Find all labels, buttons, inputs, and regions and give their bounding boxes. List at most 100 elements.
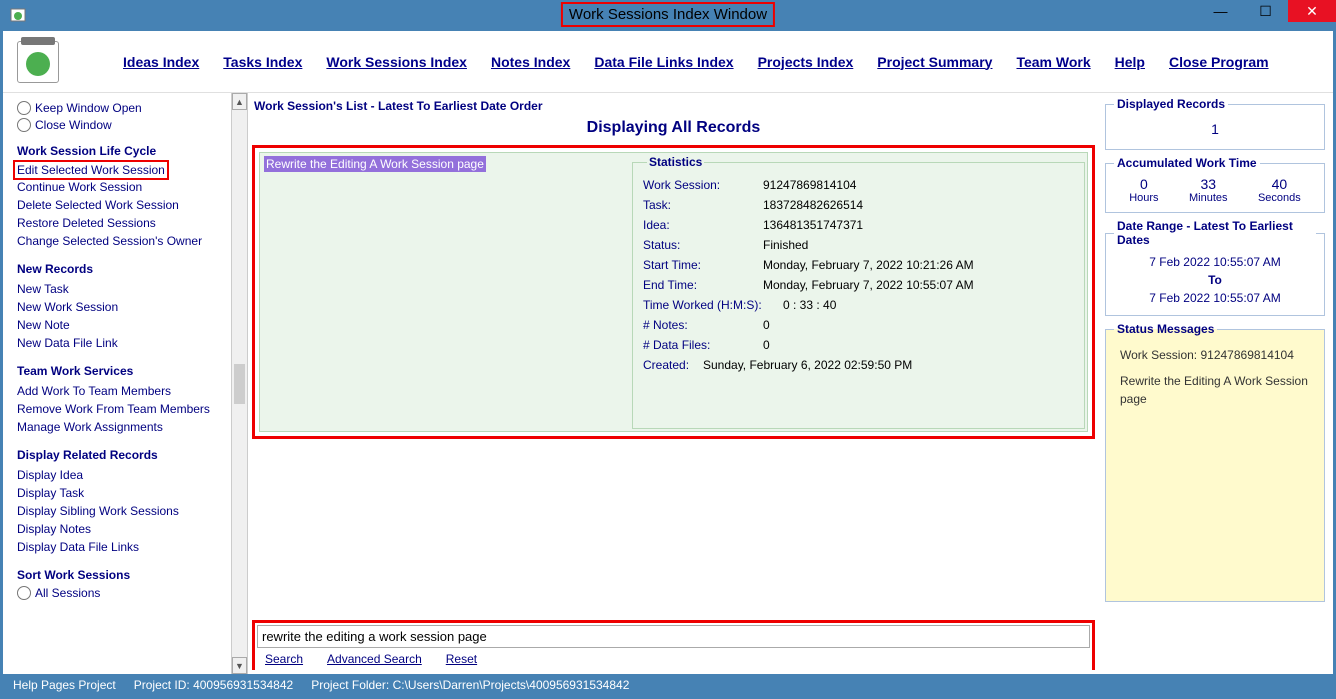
stat-idea-val: 136481351747371	[763, 218, 863, 232]
list-header: Work Session's List - Latest To Earliest…	[252, 97, 1095, 115]
link-remove-work-team[interactable]: Remove Work From Team Members	[17, 400, 225, 418]
link-new-task[interactable]: New Task	[17, 280, 225, 298]
link-edit-selected-session[interactable]: Edit Selected Work Session	[13, 160, 169, 180]
sidebar-group-new: New Records	[17, 262, 225, 276]
link-add-work-team[interactable]: Add Work To Team Members	[17, 382, 225, 400]
scroll-down-icon[interactable]: ▼	[232, 657, 247, 674]
displayed-records-value: 1	[1114, 117, 1316, 141]
menu-team-work[interactable]: Team Work	[1016, 54, 1090, 70]
right-panel: Displayed Records 1 Accumulated Work Tim…	[1101, 93, 1333, 674]
toolbar: Ideas Index Tasks Index Work Sessions In…	[3, 31, 1333, 93]
status-line-2: Rewrite the Editing A Work Session page	[1120, 372, 1310, 408]
stat-end-label: End Time:	[643, 278, 763, 292]
session-row[interactable]: Rewrite the Editing A Work Session page …	[259, 152, 1088, 432]
link-delete-selected-session[interactable]: Delete Selected Work Session	[17, 196, 225, 214]
stat-start-val: Monday, February 7, 2022 10:21:26 AM	[763, 258, 974, 272]
link-new-work-session[interactable]: New Work Session	[17, 298, 225, 316]
menu-help[interactable]: Help	[1115, 54, 1145, 70]
sidebar-scrollbar[interactable]: ▲ ▼	[231, 93, 248, 674]
link-manage-assignments[interactable]: Manage Work Assignments	[17, 418, 225, 436]
scroll-thumb[interactable]	[234, 364, 245, 404]
seconds-value: 40	[1258, 176, 1301, 192]
sidebar-group-team: Team Work Services	[17, 364, 225, 378]
statusbar: Help Pages Project Project ID: 400956931…	[3, 674, 1333, 696]
app-icon	[6, 2, 30, 26]
titlebar: Work Sessions Index Window — ☐ ✕	[0, 0, 1336, 28]
stat-notes-label: # Notes:	[643, 318, 763, 332]
radio-close-window[interactable]	[17, 118, 31, 132]
menu-project-summary[interactable]: Project Summary	[877, 54, 992, 70]
menu-projects-index[interactable]: Projects Index	[758, 54, 854, 70]
stat-end-val: Monday, February 7, 2022 10:55:07 AM	[763, 278, 974, 292]
sidebar-group-sort: Sort Work Sessions	[17, 568, 225, 582]
stat-ws-val: 91247869814104	[763, 178, 856, 192]
statistics-legend: Statistics	[647, 155, 704, 169]
stat-status-label: Status:	[643, 238, 763, 252]
statistics-panel: Statistics Work Session:91247869814104 T…	[632, 155, 1085, 429]
seconds-label: Seconds	[1258, 192, 1301, 204]
date-range-start: 7 Feb 2022 10:55:07 AM	[1114, 253, 1316, 271]
search-button[interactable]: Search	[265, 652, 303, 666]
sidebar: Keep Window Open Close Window Work Sessi…	[3, 93, 231, 674]
menu-ideas-index[interactable]: Ideas Index	[123, 54, 199, 70]
displayed-records-panel: Displayed Records 1	[1105, 97, 1325, 150]
stat-worked-val: 0 : 33 : 40	[783, 298, 836, 312]
stat-created-val: Sunday, February 6, 2022 02:59:50 PM	[703, 358, 912, 372]
menu-notes-index[interactable]: Notes Index	[491, 54, 570, 70]
stat-task-val: 183728482626514	[763, 198, 863, 212]
session-title-cell: Rewrite the Editing A Work Session page	[260, 153, 630, 431]
menu-tasks-index[interactable]: Tasks Index	[223, 54, 302, 70]
label-close-window[interactable]: Close Window	[35, 118, 112, 132]
stat-task-label: Task:	[643, 198, 763, 212]
radio-keep-open[interactable]	[17, 101, 31, 115]
stat-status-val: Finished	[763, 238, 808, 252]
stat-notes-val: 0	[763, 318, 770, 332]
link-change-owner[interactable]: Change Selected Session's Owner	[17, 232, 225, 250]
hours-label: Hours	[1129, 192, 1158, 204]
link-new-data-file-link[interactable]: New Data File Link	[17, 334, 225, 352]
close-button[interactable]: ✕	[1288, 0, 1336, 22]
date-range-legend: Date Range - Latest To Earliest Dates	[1114, 219, 1316, 247]
minimize-button[interactable]: —	[1198, 0, 1243, 22]
status-messages-panel: Status Messages Work Session: 9124786981…	[1105, 322, 1325, 602]
menu-data-file-links-index[interactable]: Data File Links Index	[594, 54, 733, 70]
link-display-datalinks[interactable]: Display Data File Links	[17, 538, 225, 556]
radio-all-sessions[interactable]	[17, 586, 31, 600]
label-all-sessions[interactable]: All Sessions	[35, 586, 100, 600]
sidebar-group-related: Display Related Records	[17, 448, 225, 462]
stat-idea-label: Idea:	[643, 218, 763, 232]
maximize-button[interactable]: ☐	[1243, 0, 1288, 22]
hours-value: 0	[1129, 176, 1158, 192]
calendar-icon	[17, 41, 59, 83]
window-title: Work Sessions Index Window	[561, 2, 775, 27]
link-display-siblings[interactable]: Display Sibling Work Sessions	[17, 502, 225, 520]
link-display-task[interactable]: Display Task	[17, 484, 225, 502]
date-range-to: To	[1114, 271, 1316, 289]
status-messages-legend: Status Messages	[1114, 322, 1217, 336]
minutes-value: 33	[1189, 176, 1228, 192]
menu-work-sessions-index[interactable]: Work Sessions Index	[326, 54, 467, 70]
scroll-up-icon[interactable]: ▲	[232, 93, 247, 110]
stat-created-label: Created:	[643, 358, 703, 372]
status-project-name: Help Pages Project	[13, 678, 116, 692]
minutes-label: Minutes	[1189, 192, 1228, 204]
link-restore-deleted-sessions[interactable]: Restore Deleted Sessions	[17, 214, 225, 232]
link-continue-session[interactable]: Continue Work Session	[17, 178, 225, 196]
date-range-end: 7 Feb 2022 10:55:07 AM	[1114, 289, 1316, 307]
menu-close-program[interactable]: Close Program	[1169, 54, 1269, 70]
stat-worked-label: Time Worked (H:M:S):	[643, 298, 783, 312]
stat-files-val: 0	[763, 338, 770, 352]
link-new-note[interactable]: New Note	[17, 316, 225, 334]
link-display-notes[interactable]: Display Notes	[17, 520, 225, 538]
status-line-1: Work Session: 91247869814104	[1120, 346, 1310, 364]
label-keep-open[interactable]: Keep Window Open	[35, 101, 142, 115]
accumulated-time-panel: Accumulated Work Time 0Hours 33Minutes 4…	[1105, 156, 1325, 213]
link-display-idea[interactable]: Display Idea	[17, 466, 225, 484]
stat-start-label: Start Time:	[643, 258, 763, 272]
date-range-panel: Date Range - Latest To Earliest Dates 7 …	[1105, 219, 1325, 316]
displayed-records-legend: Displayed Records	[1114, 97, 1228, 111]
stat-files-label: # Data Files:	[643, 338, 763, 352]
advanced-search-button[interactable]: Advanced Search	[327, 652, 422, 666]
search-input[interactable]	[257, 625, 1090, 648]
reset-button[interactable]: Reset	[446, 652, 477, 666]
